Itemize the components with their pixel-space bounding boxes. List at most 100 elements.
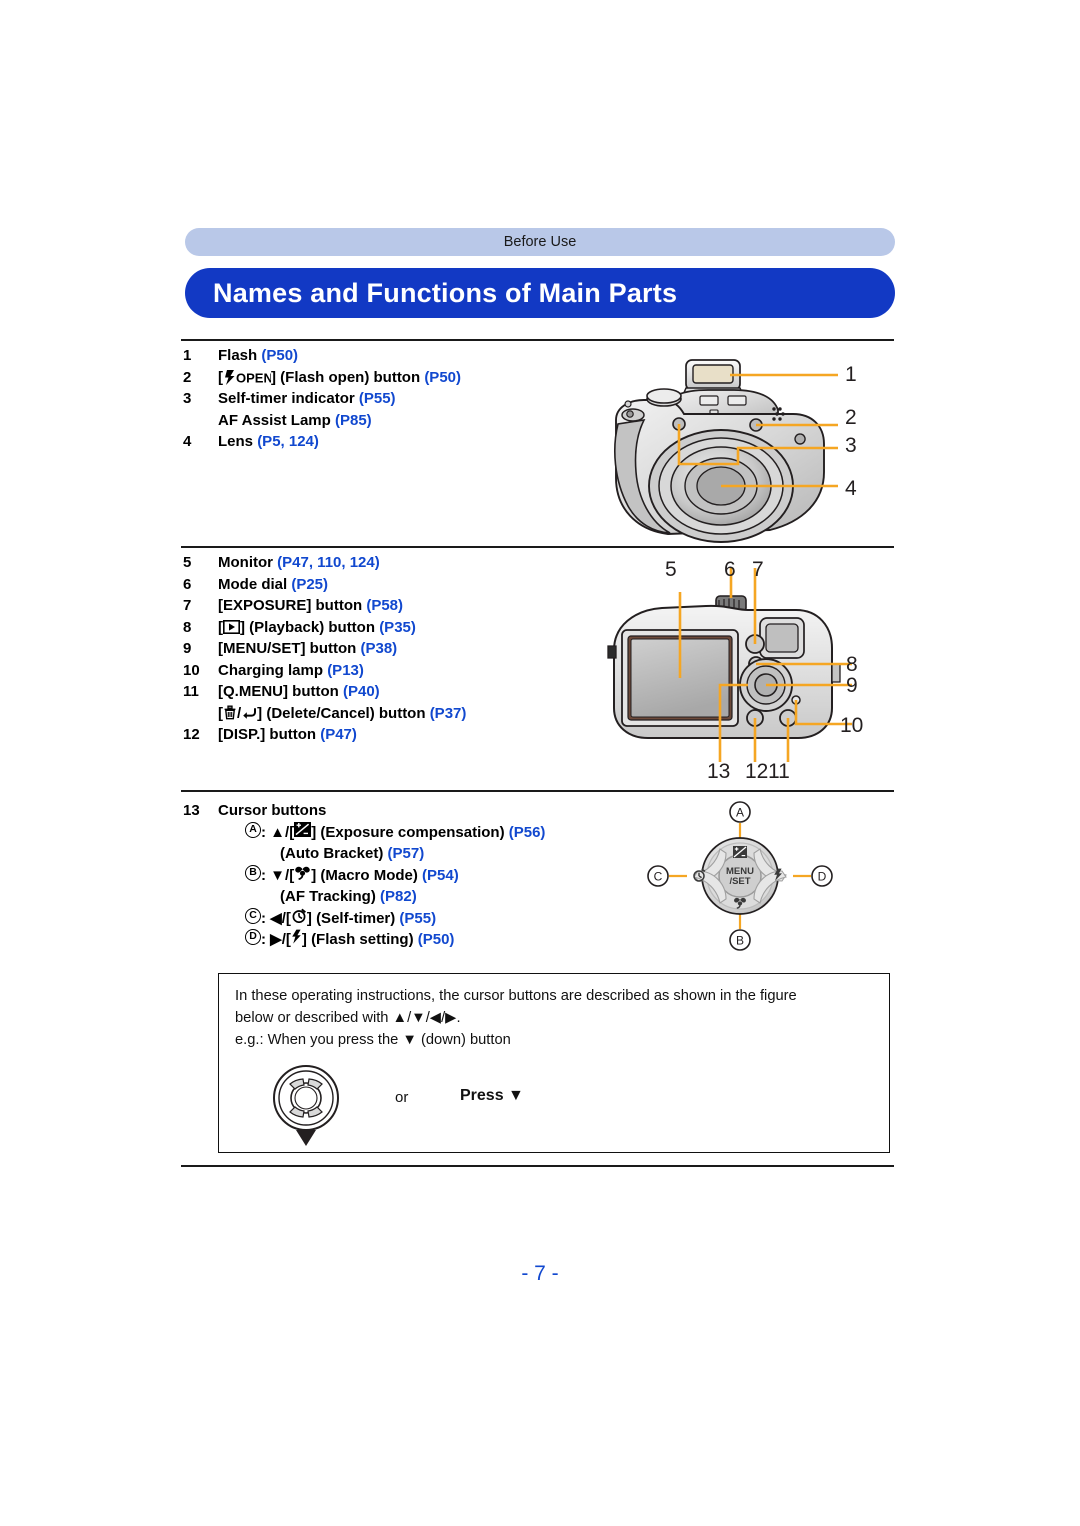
page-ref[interactable]: (P55)	[399, 908, 436, 930]
page-ref[interactable]: (P38)	[360, 640, 397, 657]
circle-label-a: A	[245, 821, 261, 838]
section-label: Before Use	[503, 234, 577, 250]
cursor-button-diagram: A B C D MENU /SET	[640, 796, 840, 961]
playback-icon	[223, 619, 240, 634]
page-ref[interactable]: (P47, 110, 124)	[277, 554, 380, 571]
item-number: 11	[183, 683, 199, 700]
svg-text:/SET: /SET	[729, 876, 750, 887]
cursor-label: (Exposure compensation)	[320, 823, 505, 841]
parts-list-cursor: 13 Cursor buttons A: ▲/[ ] (Exposure com…	[183, 800, 545, 951]
item-number: 6	[183, 575, 192, 593]
cursor-label: (AF Tracking)	[280, 888, 376, 905]
note-line-3: e.g.: When you press the ▼ (down) button	[235, 1032, 511, 1048]
svg-text:D: D	[818, 870, 827, 884]
page-ref[interactable]: (P55)	[359, 390, 396, 407]
item-number: 9	[183, 640, 192, 657]
list-item: 0 [ / ] (Delete/Cancel) button (P37)	[218, 704, 467, 722]
item-label: Cursor buttons	[218, 802, 327, 819]
page-ref[interactable]: (P40)	[343, 683, 380, 700]
return-arrow-icon	[243, 707, 257, 719]
circle-label-d: D	[245, 929, 261, 945]
page-number: - 7 -	[521, 1262, 559, 1285]
callout-12: 12	[745, 760, 769, 783]
exposure-compensation-icon	[294, 821, 312, 837]
self-timer-icon	[292, 908, 306, 923]
page-ref[interactable]: (P47)	[320, 726, 357, 743]
page-ref[interactable]: (P57)	[388, 843, 425, 865]
callout-6: 6	[724, 558, 736, 581]
cursor-label: (Flash setting)	[311, 931, 414, 948]
item-label: [Q.MENU] button	[218, 683, 339, 700]
item-number: 4	[183, 433, 192, 450]
page-ref[interactable]: (P25)	[291, 576, 328, 593]
callout-5: 5	[665, 558, 677, 581]
cursor-row-b-sub: (AF Tracking) (P82)	[183, 886, 545, 908]
callout-13: 13	[707, 760, 731, 783]
page-ref[interactable]: (P35)	[379, 619, 416, 636]
item-number: 12	[183, 726, 200, 743]
item-number: 8	[183, 618, 192, 636]
item-number: 2	[183, 368, 192, 386]
svg-text:C: C	[654, 870, 663, 884]
item-label: AF Assist Lamp	[218, 411, 331, 429]
arrow-up-icon: ▲	[270, 823, 286, 841]
list-item: 9 [MENU/SET] button (P38)	[183, 638, 466, 660]
divider-bottom	[181, 1165, 894, 1167]
list-item: 13 Cursor buttons	[183, 800, 545, 822]
page-ref[interactable]: (P54)	[422, 865, 459, 887]
list-item: 4 Lens (P5, 124)	[183, 431, 461, 453]
page-ref[interactable]: (P85)	[335, 412, 372, 429]
page-ref[interactable]: (P50)	[424, 369, 461, 386]
svg-text:OPEN: OPEN	[236, 370, 271, 385]
callout-11: 11	[768, 760, 790, 783]
section-bar: Before Use	[185, 228, 895, 256]
item-label: Monitor	[218, 554, 273, 571]
item-number: 10	[183, 661, 200, 679]
note-text: In these operating instructions, the cur…	[235, 985, 880, 1051]
callout-10: 10	[840, 714, 864, 737]
circle-label-b: B	[245, 864, 261, 881]
cursor-row-c: C: ◀/[ ] (Self-timer) (P55)	[183, 907, 545, 930]
list-item: 5 Monitor (P47, 110, 124)	[183, 552, 466, 574]
page-ref[interactable]: (P37)	[430, 705, 467, 722]
cursor-label: (Auto Bracket)	[280, 845, 384, 862]
arrow-right-icon: ▶	[270, 931, 282, 948]
page-title-bar: Names and Functions of Main Parts	[185, 268, 895, 318]
page-ref[interactable]: (P5, 124)	[257, 433, 319, 450]
svg-text:A: A	[736, 806, 744, 820]
callout-1: 1	[845, 363, 857, 386]
page-ref[interactable]: (P58)	[366, 597, 403, 614]
item-label: [EXPOSURE] button	[218, 597, 363, 614]
manual-page: Before Use Names and Functions of Main P…	[0, 0, 1080, 1526]
parts-list-rear: 5 Monitor (P47, 110, 124) 6 Mode dial (P…	[183, 552, 466, 746]
list-item: 6 Mode dial (P25)	[183, 574, 466, 596]
item-label: [MENU/SET] button	[218, 640, 357, 657]
item-number: 3	[183, 390, 192, 407]
note-press-label: Press ▼	[460, 1087, 524, 1104]
page-ref[interactable]: (P82)	[380, 886, 417, 908]
callout-2: 2	[845, 406, 857, 429]
arrow-down-icon: ▼	[270, 866, 286, 884]
note-line-2: below or described with ▲/▼/◀/▶.	[235, 1010, 461, 1026]
page-ref[interactable]: (P50)	[261, 347, 298, 364]
callout-3: 3	[845, 434, 857, 457]
item-label: Mode dial	[218, 575, 288, 593]
item-label: [DISP.] button	[218, 726, 317, 743]
callout-7: 7	[752, 558, 764, 581]
list-item: 2 [ OPEN ] (Flash open) button (P50)	[183, 367, 461, 389]
list-item: 12 [DISP.] button (P47)	[183, 724, 466, 746]
parts-list-front: 1 Flash (P50) 2 [ OPEN ] (Flash open) bu…	[183, 345, 461, 453]
flash-icon	[292, 929, 301, 944]
page-ref[interactable]: (P56)	[509, 822, 546, 844]
cursor-row-b: B: ▼/[ ] (Macro Mode) (P54)	[183, 864, 545, 887]
page-title: Names and Functions of Main Parts	[213, 277, 678, 308]
list-item: 1 Flash (P50)	[183, 345, 461, 367]
list-item: 8 [ ] (Playback) button (P35)	[183, 617, 466, 639]
page-ref[interactable]: (P13)	[327, 662, 364, 679]
note-or-label: or	[395, 1089, 409, 1106]
callout-9: 9	[846, 674, 858, 697]
callout-4: 4	[845, 477, 857, 500]
list-item: 7 [EXPOSURE] button (P58)	[183, 595, 466, 617]
page-ref[interactable]: (P50)	[418, 929, 455, 951]
item-number: 7	[183, 597, 192, 614]
